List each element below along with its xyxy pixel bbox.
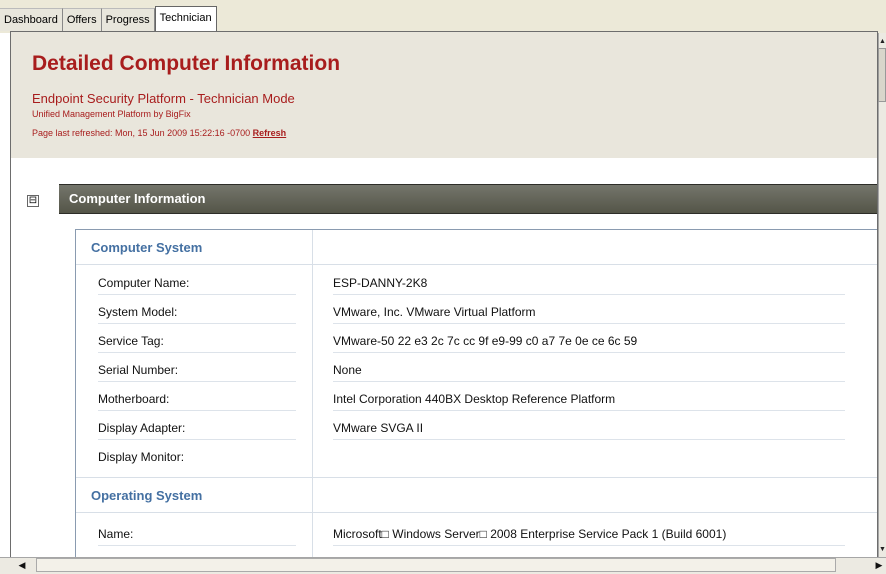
platform-tagline: Unified Management Platform by BigFix <box>32 109 191 119</box>
group-header-computer-system: Computer System <box>76 230 877 265</box>
tab-offers[interactable]: Offers <box>62 8 102 31</box>
field-value: Microsoft□ Windows Server□ 2008 Enterpri… <box>333 527 845 546</box>
tab-list: Dashboard Offers Progress Technician <box>0 6 217 32</box>
table-row: Display Adapter: VMware SVGA II <box>76 414 877 443</box>
group-header-operating-system: Operating System <box>76 477 877 513</box>
field-label: Name: <box>98 527 296 546</box>
scroll-up-icon[interactable]: ▲ <box>879 38 886 45</box>
section-header: Computer Information <box>59 184 877 214</box>
table-row: Serial Number: None <box>76 356 877 385</box>
table-row: Name: Microsoft□ Windows Server□ 2008 En… <box>76 520 877 549</box>
scroll-left-icon[interactable]: ◀ <box>10 558 34 572</box>
field-label: Display Adapter: <box>98 421 296 440</box>
tab-bar: Dashboard Offers Progress Technician <box>0 0 886 33</box>
field-value: None <box>333 363 845 382</box>
field-label: System Model: <box>98 305 296 324</box>
table-row: Motherboard: Intel Corporation 440BX Des… <box>76 385 877 414</box>
tab-dashboard[interactable]: Dashboard <box>0 8 63 31</box>
refresh-link[interactable]: Refresh <box>253 128 287 138</box>
field-label: Motherboard: <box>98 392 296 411</box>
tab-progress[interactable]: Progress <box>101 8 155 31</box>
field-label: Serial Number: <box>98 363 296 382</box>
computer-info-panel: Computer System Computer Name: ESP-DANNY… <box>75 229 877 563</box>
table-row: System Model: VMware, Inc. VMware Virtua… <box>76 298 877 327</box>
tab-technician[interactable]: Technician <box>154 6 217 31</box>
vertical-scrollbar[interactable] <box>878 33 886 558</box>
field-value: VMware-50 22 e3 2c 7c cc 9f e9-99 c0 a7 … <box>333 334 845 353</box>
scroll-right-icon[interactable]: ▶ <box>872 558 886 572</box>
page-title: Detailed Computer Information <box>32 52 341 75</box>
horizontal-scroll-thumb[interactable] <box>36 558 836 572</box>
field-value: VMware SVGA II <box>333 421 845 440</box>
field-label: Service Tag: <box>98 334 296 353</box>
collapse-section-button[interactable]: ⊟ <box>27 195 39 207</box>
group-title: Computer System <box>91 240 203 255</box>
field-value <box>333 450 845 468</box>
field-value: VMware, Inc. VMware Virtual Platform <box>333 305 845 324</box>
field-label: Computer Name: <box>98 276 296 295</box>
last-refreshed-text: Page last refreshed: Mon, 15 Jun 2009 15… <box>32 128 251 138</box>
section-title: Computer Information <box>69 191 206 206</box>
last-refreshed: Page last refreshed: Mon, 15 Jun 2009 15… <box>32 128 286 138</box>
page-subtitle: Endpoint Security Platform - Technician … <box>32 91 295 106</box>
vertical-scroll-thumb[interactable] <box>878 48 886 102</box>
table-row: Display Monitor: <box>76 443 877 472</box>
table-row: Service Tag: VMware-50 22 e3 2c 7c cc 9f… <box>76 327 877 356</box>
field-value: Intel Corporation 440BX Desktop Referenc… <box>333 392 845 411</box>
content-frame: Detailed Computer Information Endpoint S… <box>10 31 878 564</box>
group-title: Operating System <box>91 488 203 503</box>
field-label: Display Monitor: <box>98 450 185 464</box>
field-value: ESP-DANNY-2K8 <box>333 276 845 295</box>
table-row: Computer Name: ESP-DANNY-2K8 <box>76 269 877 298</box>
scrollbar-corner <box>0 558 10 573</box>
scroll-down-icon[interactable]: ▼ <box>879 546 886 553</box>
page-header: Detailed Computer Information Endpoint S… <box>11 32 877 158</box>
